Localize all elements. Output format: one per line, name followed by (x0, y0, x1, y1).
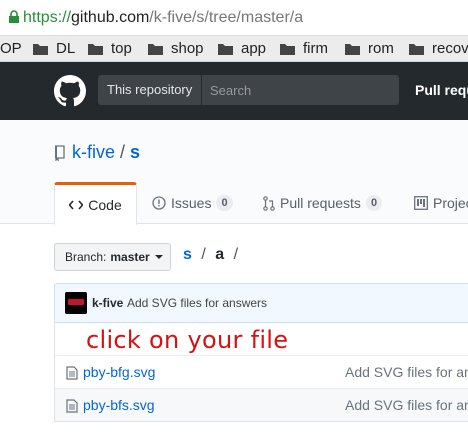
lock-icon (9, 10, 19, 23)
code-icon (69, 200, 84, 210)
branch-select-button[interactable]: Branch: master (54, 243, 171, 271)
avatar[interactable] (65, 292, 87, 314)
breadcrumb-current: a (215, 246, 225, 263)
bookmark-dl[interactable]: DL (33, 40, 75, 57)
file-icon (66, 366, 78, 380)
search-input[interactable] (202, 75, 399, 105)
bookmark-label: app (241, 40, 267, 57)
bookmark-label: rom (368, 40, 394, 57)
folder-icon (218, 43, 233, 55)
folder-icon (148, 43, 163, 55)
bookmark-top[interactable]: top (88, 40, 132, 57)
bookmark-shop[interactable]: shop (148, 40, 204, 57)
folder-icon (33, 43, 48, 55)
url-path: /k-five/s/tree/master/a (149, 9, 304, 26)
github-logo-icon[interactable] (54, 75, 86, 107)
file-icon (66, 399, 78, 413)
tab-label: Issues (171, 195, 212, 211)
repo-name-link[interactable]: s (130, 142, 140, 163)
file-commit-message[interactable]: Add SVG files for an (345, 364, 468, 380)
repo-icon (55, 144, 65, 161)
table-row[interactable]: pby-bfs.svg Add SVG files for an (55, 388, 468, 421)
bookmark-label: shop (171, 40, 204, 57)
bookmark-op[interactable]: OP (0, 40, 22, 57)
url-text[interactable]: https://github.com/k-five/s/tree/master/… (23, 9, 303, 27)
file-link[interactable]: pby-bfs.svg (83, 397, 155, 413)
address-bar[interactable]: https://github.com/k-five/s/tree/master/… (0, 0, 468, 36)
pull-requests-counter: 0 (365, 195, 383, 211)
tab-issues[interactable]: Issues 0 (152, 182, 233, 224)
tab-label: Pull requests (280, 195, 361, 211)
repo-owner-link[interactable]: k-five (72, 142, 115, 163)
breadcrumb: s / a / (183, 246, 243, 264)
url-host: github.com (71, 9, 150, 26)
branch-value: master (110, 250, 150, 264)
repo-separator: / (120, 142, 126, 162)
repo-nav-tabs: Code Issues 0 Pull requests 0 Proje (0, 182, 468, 225)
tab-projects[interactable]: Projec (414, 182, 468, 224)
folder-icon (409, 43, 424, 55)
breadcrumb-separator: / (201, 246, 206, 263)
project-icon (414, 196, 428, 210)
bookmark-firm[interactable]: firm (280, 40, 328, 57)
tab-label: Projec (433, 195, 468, 211)
tab-pull-requests[interactable]: Pull requests 0 (263, 182, 383, 224)
bookmark-label: firm (303, 40, 328, 57)
issue-icon (152, 196, 166, 210)
table-row[interactable]: pby-bfg.svg Add SVG files for an (55, 355, 468, 388)
bookmarks-bar: OP DL top shop app firm rom recov (0, 36, 468, 62)
folder-icon (345, 43, 360, 55)
repo-header: k-five / s Code Issues 0 Pull requests 0… (0, 120, 468, 225)
file-commit-message[interactable]: Add SVG files for an (345, 397, 468, 413)
bookmark-label: top (111, 40, 132, 57)
bookmark-label: OP (0, 40, 22, 57)
tab-code[interactable]: Code (54, 182, 137, 225)
caret-down-icon (154, 255, 163, 259)
breadcrumb-root-link[interactable]: s (183, 246, 192, 263)
bookmark-recov[interactable]: recov (409, 40, 468, 57)
folder-icon (88, 43, 103, 55)
bookmark-label: DL (56, 40, 76, 57)
nav-pull-requests[interactable]: Pull requ (415, 82, 468, 98)
bookmark-rom[interactable]: rom (345, 40, 394, 57)
bookmark-app[interactable]: app (218, 40, 266, 57)
issues-counter: 0 (216, 195, 233, 211)
branch-label: Branch: (65, 250, 107, 264)
pull-request-icon (263, 195, 275, 211)
commit-author[interactable]: k-five (92, 296, 123, 310)
folder-icon (280, 43, 295, 55)
search-box: This repository (98, 75, 399, 105)
repo-title: k-five / s (54, 142, 140, 163)
url-scheme: https:// (23, 9, 72, 26)
commit-message[interactable]: Add SVG files for answers (127, 296, 267, 310)
search-scope-label: This repository (98, 75, 202, 105)
site-header: This repository Pull requ (0, 62, 468, 120)
file-link[interactable]: pby-bfg.svg (83, 364, 155, 380)
bookmark-label: recov (432, 40, 468, 57)
tab-label: Code (88, 197, 122, 213)
breadcrumb-trailing-separator: / (233, 246, 239, 263)
latest-commit-bar: k-five Add SVG files for answers (54, 283, 468, 323)
annotation-text: click on your file (86, 326, 289, 354)
